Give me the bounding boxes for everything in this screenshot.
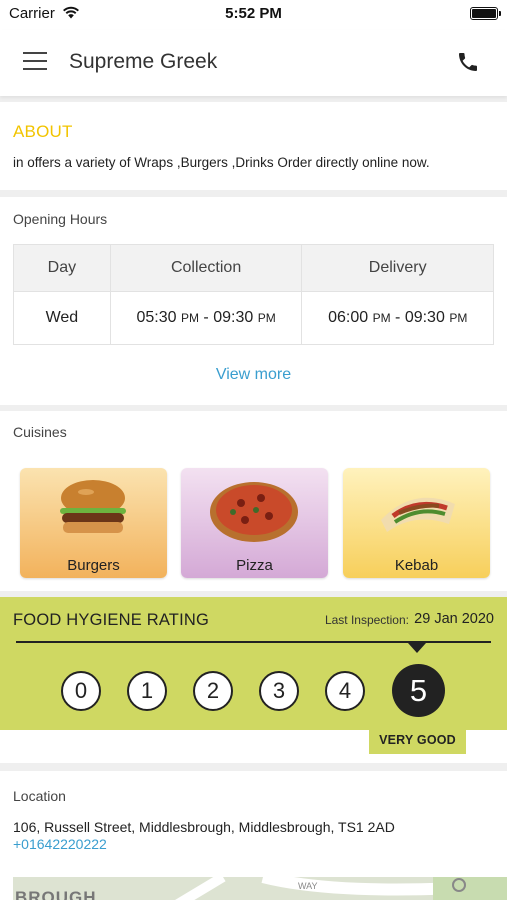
collection-start: 05:30 [136, 309, 177, 326]
rating-current: 5 [392, 664, 445, 717]
cuisine-name-kebab: Kebab [394, 557, 439, 574]
opening-hours-section: Opening Hours Day Collection Delivery We… [0, 197, 507, 405]
status-bar: Carrier 5:52 PM [0, 0, 507, 30]
table-row: Wed 05:30 PM - 09:30 PM 06:00 PM - 09:30… [13, 291, 494, 345]
location-map[interactable]: BROUGH WAY [13, 877, 507, 900]
rating-scale-4: 4 [325, 671, 365, 711]
hygiene-title: FOOD HYGIENE RATING [13, 611, 210, 629]
cuisine-name-burgers: Burgers [67, 557, 120, 574]
location-label: Location [13, 788, 66, 804]
collection-end: 09:30 [213, 309, 254, 326]
column-header-collection: Collection [109, 244, 303, 292]
rating-pointer-icon [408, 643, 426, 653]
cuisines-label: Cuisines [13, 424, 67, 440]
cuisine-tile-kebab[interactable]: Kebab [343, 468, 490, 578]
rating-scale-3: 3 [259, 671, 299, 711]
opening-hours-label: Opening Hours [13, 211, 108, 227]
burger-image [60, 480, 126, 533]
location-phone-link[interactable]: +01642220222 [13, 836, 107, 852]
rating-scale-0: 0 [61, 671, 101, 711]
cuisine-tile-burgers[interactable]: Burgers [20, 468, 167, 578]
map-image: BROUGH WAY [13, 877, 507, 900]
map-label-brough: BROUGH [15, 888, 97, 900]
day-cell: Wed [13, 291, 111, 345]
table-header-row: Day Collection Delivery [13, 244, 494, 292]
location-address: 106, Russell Street, Middlesbrough, Midd… [13, 819, 395, 835]
rating-verdict-badge: VERY GOOD [369, 726, 466, 754]
rating-scale-2: 2 [193, 671, 233, 711]
kebab-image [381, 497, 455, 532]
cuisines-section: Cuisines Burgers Pizza Kebab [0, 411, 507, 591]
delivery-cell: 06:00 PM - 09:30 PM [301, 291, 494, 345]
location-section: Location 106, Russell Street, Middlesbro… [0, 771, 507, 900]
about-section: ABOUT in offers a variety of Wraps ,Burg… [0, 102, 507, 190]
map-label-way: WAY [298, 881, 318, 891]
about-heading: ABOUT [13, 122, 73, 141]
inspection-date: 29 Jan 2020 [414, 611, 494, 627]
collection-end-ampm: PM [257, 311, 276, 325]
status-time: 5:52 PM [225, 5, 282, 22]
delivery-end: 09:30 [404, 309, 445, 326]
restaurant-title: Supreme Greek [69, 50, 218, 73]
view-more-link[interactable]: View more [0, 366, 507, 384]
cuisine-name-pizza: Pizza [236, 557, 273, 574]
delivery-end-ampm: PM [449, 311, 468, 325]
column-header-day: Day [13, 244, 111, 292]
collection-cell: 05:30 PM - 09:30 PM [109, 291, 303, 345]
hamburger-menu-icon[interactable] [23, 52, 47, 70]
rating-scale-1: 1 [127, 671, 167, 711]
delivery-start-ampm: PM [372, 311, 391, 325]
app-header: Supreme Greek [0, 30, 507, 96]
inspection-label: Last Inspection: [324, 613, 409, 627]
column-header-delivery: Delivery [301, 244, 494, 292]
delivery-start: 06:00 [328, 309, 369, 326]
about-description: in offers a variety of Wraps ,Burgers ,D… [13, 155, 430, 170]
pizza-image [210, 482, 298, 542]
cuisine-tile-pizza[interactable]: Pizza [181, 468, 328, 578]
food-hygiene-section: FOOD HYGIENE RATING Last Inspection: 29 … [0, 597, 507, 763]
battery-icon [470, 7, 501, 20]
opening-hours-table: Day Collection Delivery Wed 05:30 PM - 0… [13, 244, 494, 345]
collection-start-ampm: PM [180, 311, 199, 325]
phone-icon[interactable] [456, 50, 480, 74]
